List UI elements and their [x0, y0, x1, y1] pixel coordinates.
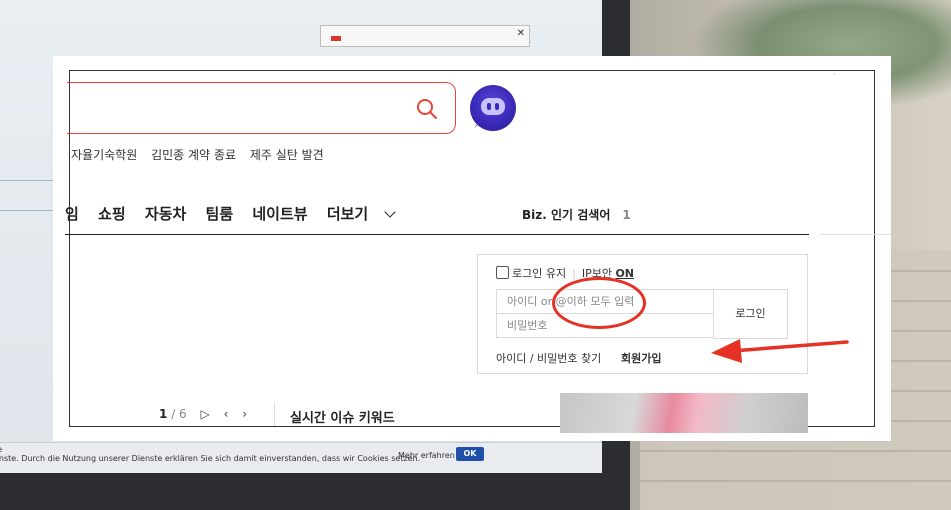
login-box: 로그인 유지 | IP보안 ON 아이디 or @이하 모두 입력 비밀번호 로그인…	[477, 254, 808, 374]
biz-popular-search[interactable]: Biz. 인기 검색어 1	[522, 206, 631, 223]
background-cookie-more: Mehr erfahren	[398, 451, 455, 460]
nav-item-game[interactable]: 임	[65, 205, 79, 223]
ai-chatbot-face	[481, 98, 505, 115]
right-divider	[821, 234, 891, 235]
ai-chatbot-eye	[495, 103, 499, 110]
news-thumbnail[interactable]	[560, 393, 808, 433]
find-account-link[interactable]: 아이디 / 비밀번호 찾기	[496, 350, 601, 366]
search-input[interactable]	[67, 82, 456, 134]
pager-divider	[274, 402, 275, 426]
search-icon[interactable]	[415, 97, 439, 121]
nav-divider	[65, 234, 809, 235]
ai-chatbot-icon[interactable]	[470, 85, 516, 131]
nav-item-more[interactable]: 더보기	[326, 205, 396, 223]
nav-more-label: 더보기	[326, 205, 369, 223]
ip-security-toggle[interactable]: ON	[615, 267, 634, 280]
trending-keywords: 자율기숙학원 김민종 계약 종료 제주 실탄 발견	[71, 146, 334, 163]
play-icon[interactable]: ▷	[201, 407, 210, 421]
pager-total: / 6	[171, 407, 187, 421]
keyword-pager: 1 / 6 ▷ ‹ ›	[159, 407, 247, 421]
ai-chatbot-eye	[487, 103, 491, 110]
background-line	[0, 180, 60, 181]
close-icon: ✕	[516, 28, 525, 39]
nav-item-teamroom[interactable]: 팀룸	[206, 205, 234, 223]
separator: |	[572, 267, 576, 280]
trending-link[interactable]: 김민종 계약 종료	[151, 148, 236, 162]
background-cookie-bar: gle enste. Durch die Nutzung unserer Die…	[0, 442, 602, 473]
background-cookie-ok: OK	[456, 447, 484, 461]
nav-item-shopping[interactable]: 쇼핑	[98, 205, 126, 223]
chevron-down-icon	[384, 206, 396, 218]
portal-card: · 자율기숙학원 김민종 계약 종료 제주 실탄 발견 임 쇼핑 자동차 팀룸 …	[53, 56, 891, 441]
trending-link[interactable]: 자율기숙학원	[71, 148, 137, 162]
keep-login-label[interactable]: 로그인 유지	[512, 267, 566, 280]
background-cookie-left: gle	[0, 445, 2, 454]
pager-current: 1	[159, 407, 168, 421]
keep-login-checkbox[interactable]	[496, 266, 509, 279]
main-nav: 임 쇼핑 자동차 팀룸 네이트뷰 더보기	[65, 203, 408, 224]
background-line	[0, 210, 60, 211]
annotation-circle	[552, 277, 646, 329]
login-button[interactable]: 로그인	[713, 289, 788, 339]
next-icon[interactable]: ›	[242, 407, 247, 421]
biz-rank: 1	[622, 208, 631, 222]
background-cookie-text: enste. Durch die Nutzung unserer Dienste…	[0, 454, 421, 463]
signup-link[interactable]: 회원가입	[621, 350, 661, 366]
trending-link[interactable]: 제주 실탄 발견	[250, 148, 324, 162]
nav-item-car[interactable]: 자동차	[145, 205, 186, 223]
prev-icon[interactable]: ‹	[224, 407, 229, 421]
background-tab: ✕	[320, 25, 530, 47]
realtime-keywords-title: 실시간 이슈 키워드	[290, 411, 395, 426]
decorative-dots: ·	[833, 70, 836, 79]
nav-item-nateview[interactable]: 네이트뷰	[252, 205, 307, 223]
biz-label: Biz. 인기 검색어	[522, 208, 611, 222]
background-tab-icon	[331, 36, 341, 41]
